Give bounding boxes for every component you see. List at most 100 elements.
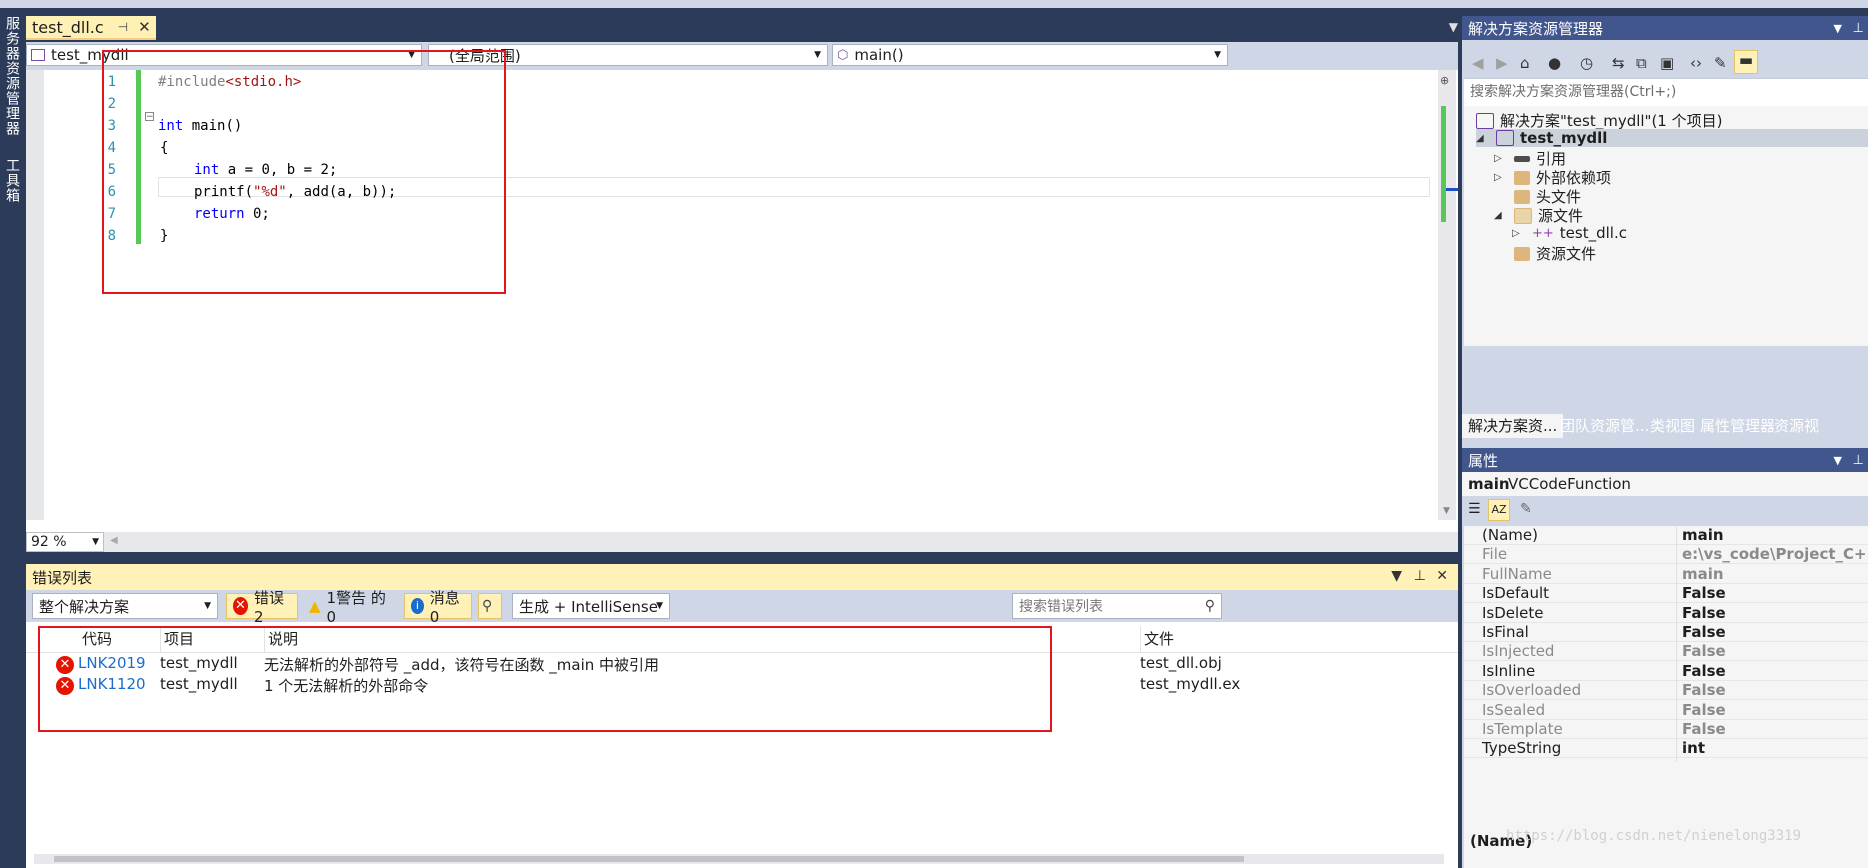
filter-button[interactable]: ⚲ bbox=[478, 593, 502, 619]
info-icon: i bbox=[411, 598, 424, 614]
property-row[interactable]: File e:\vs_code\Project_C++\t bbox=[1464, 545, 1868, 569]
tree-node-header-files[interactable]: 头文件 bbox=[1494, 186, 1581, 207]
dropdown-icon[interactable]: ▼ bbox=[1391, 568, 1402, 584]
scroll-left-icon[interactable]: ◀ bbox=[110, 535, 118, 546]
caret-marker bbox=[1446, 188, 1458, 191]
property-row[interactable]: IsInline False bbox=[1464, 661, 1868, 685]
wrench-icon[interactable]: ✎ bbox=[1520, 501, 1532, 517]
property-value[interactable]: int bbox=[1682, 739, 1705, 757]
doc-tab-test-dll[interactable]: test_dll.c ⊣ ✕ bbox=[26, 16, 156, 40]
properties-title: 属性 bbox=[1468, 451, 1499, 470]
pin-icon[interactable]: ⊥ bbox=[1853, 21, 1864, 36]
property-value[interactable]: main bbox=[1682, 565, 1724, 583]
tab-team-explorer[interactable]: 团队资源管... bbox=[1554, 414, 1655, 438]
property-key: IsTemplate bbox=[1482, 720, 1563, 738]
solution-search-input[interactable]: 搜索解决方案资源管理器(Ctrl+;) bbox=[1464, 78, 1868, 106]
code-editor[interactable]: − 1 2 3 4 5 6 7 8 #include<stdio.h> int … bbox=[26, 50, 1458, 532]
close-icon[interactable]: ✕ bbox=[138, 18, 151, 36]
property-row[interactable]: IsTemplate False bbox=[1464, 720, 1868, 743]
home-icon[interactable]: ⌂ bbox=[1520, 54, 1530, 72]
properties-title-bar: 属性 ▼ ⊥ bbox=[1462, 448, 1868, 472]
property-row[interactable]: IsFinal False bbox=[1464, 623, 1868, 646]
property-value[interactable]: main bbox=[1682, 526, 1724, 544]
tab-dropdown-icon[interactable]: ▼ bbox=[1449, 20, 1458, 34]
property-row[interactable]: IsOverloaded False bbox=[1464, 681, 1868, 705]
tree-node-test-dll-c[interactable]: ▷ ++ test_dll.c bbox=[1512, 224, 1627, 242]
property-row[interactable]: IsInjected False bbox=[1464, 642, 1868, 666]
code-view-icon[interactable]: ‹› bbox=[1690, 54, 1702, 72]
forward-icon[interactable]: ▶ bbox=[1496, 54, 1508, 72]
tree-node-project[interactable]: ◢ test_mydll bbox=[1476, 129, 1868, 147]
copy-icon[interactable]: ▣ bbox=[1660, 54, 1674, 72]
properties-object-bar[interactable]: main VCCodeFunction bbox=[1462, 472, 1868, 496]
tree-node-solution[interactable]: 解决方案"test_mydll"(1 个项目) bbox=[1476, 110, 1722, 131]
server-explorer-tab[interactable]: 服务器资源管理器 bbox=[4, 16, 22, 136]
globe-icon[interactable]: ● bbox=[1548, 54, 1561, 72]
collapse-all-icon[interactable]: ⧉ bbox=[1636, 54, 1647, 72]
tree-node-external-deps[interactable]: ▷ 外部依赖项 bbox=[1494, 167, 1611, 188]
expanded-icon[interactable]: ◢ bbox=[1476, 133, 1490, 144]
property-row[interactable]: (Name) main bbox=[1464, 526, 1868, 549]
history-icon[interactable]: ◷ bbox=[1580, 54, 1593, 72]
property-key: IsSealed bbox=[1482, 700, 1546, 719]
collapsed-icon[interactable]: ▷ bbox=[1494, 172, 1508, 183]
property-value[interactable]: False bbox=[1682, 623, 1726, 641]
scroll-down-icon[interactable]: ▼ bbox=[1443, 506, 1450, 516]
property-value[interactable]: False bbox=[1682, 642, 1726, 660]
chevron-down-icon: ▼ bbox=[204, 601, 211, 611]
tree-node-references[interactable]: ▷ 引用 bbox=[1494, 148, 1566, 169]
pin-icon[interactable]: ⊥ bbox=[1414, 568, 1426, 584]
pin-icon[interactable]: ⊥ bbox=[1853, 453, 1864, 468]
scope-filter-combo[interactable]: 整个解决方案 ▼ bbox=[32, 593, 218, 619]
scroll-thumb[interactable] bbox=[54, 856, 1244, 862]
alphabetical-icon[interactable]: AZ bbox=[1488, 499, 1510, 521]
property-row[interactable]: IsDelete False bbox=[1464, 603, 1868, 627]
wrench-icon[interactable]: ✎ bbox=[1714, 54, 1727, 72]
close-icon[interactable]: ✕ bbox=[1436, 568, 1448, 584]
watermark-text: https://blog.csdn.net/nienelong3319 bbox=[1506, 828, 1802, 844]
tab-resource-view[interactable]: 资源视 bbox=[1768, 414, 1825, 438]
categorized-icon[interactable]: ☰ bbox=[1468, 501, 1481, 517]
dropdown-icon[interactable]: ▼ bbox=[1834, 454, 1842, 467]
split-icon[interactable]: ⊕ bbox=[1440, 74, 1449, 87]
tree-node-source-files[interactable]: ◢ 源文件 bbox=[1494, 205, 1583, 226]
property-value[interactable]: False bbox=[1682, 662, 1726, 680]
property-value[interactable]: False bbox=[1682, 701, 1726, 719]
toolbox-tab[interactable]: 工具箱 bbox=[4, 158, 22, 203]
property-value[interactable]: False bbox=[1682, 720, 1726, 738]
property-row[interactable]: IsDefault False bbox=[1464, 584, 1868, 608]
errors-filter-button[interactable]: ✕ 错误 2 bbox=[226, 589, 298, 626]
zoom-combo[interactable]: 92 % ▼ bbox=[26, 532, 104, 552]
property-value[interactable]: e:\vs_code\Project_C++\t bbox=[1682, 545, 1868, 563]
tree-node-resource-files[interactable]: 资源文件 bbox=[1494, 243, 1596, 264]
document-tab-row: test_dll.c ⊣ ✕ ▼ bbox=[26, 16, 1458, 40]
property-key: IsOverloaded bbox=[1482, 681, 1582, 700]
member-combo[interactable]: ⬡ main() ▼ bbox=[832, 44, 1228, 66]
error-list-horizontal-scrollbar[interactable] bbox=[34, 854, 1444, 864]
property-row[interactable]: FullName main bbox=[1464, 564, 1868, 588]
messages-filter-button[interactable]: i 消息 0 bbox=[404, 589, 472, 626]
property-value[interactable]: False bbox=[1682, 604, 1726, 622]
top-strip bbox=[0, 0, 1868, 8]
collapsed-icon[interactable]: ▷ bbox=[1494, 153, 1508, 164]
build-filter-combo[interactable]: 生成 + IntelliSense ▼ bbox=[512, 593, 670, 619]
expanded-icon[interactable]: ◢ bbox=[1494, 210, 1508, 221]
warnings-filter-button[interactable]: ▲ 1警告 的 0 bbox=[302, 589, 400, 626]
preview-icon[interactable]: ▬ bbox=[1734, 50, 1758, 74]
back-icon[interactable]: ◀ bbox=[1472, 54, 1484, 72]
editor-vertical-scrollbar[interactable]: ⊕ ▼ bbox=[1438, 70, 1458, 520]
property-value[interactable]: False bbox=[1682, 584, 1726, 602]
tab-class-view[interactable]: 类视图 bbox=[1644, 414, 1701, 438]
sync-icon[interactable]: ⇆ bbox=[1612, 54, 1625, 72]
tab-solution-explorer[interactable]: 解决方案资... bbox=[1462, 414, 1564, 438]
column-header-file[interactable]: 文件 bbox=[1144, 628, 1174, 649]
property-row[interactable]: TypeString int bbox=[1464, 739, 1868, 763]
property-row[interactable]: IsSealed False bbox=[1464, 700, 1868, 724]
dropdown-icon[interactable]: ▼ bbox=[1834, 22, 1842, 35]
pin-icon[interactable]: ⊣ bbox=[118, 20, 128, 34]
error-list-toolbar: 整个解决方案 ▼ ✕ 错误 2 ▲ 1警告 的 0 i 消息 0 ⚲ 生成 + … bbox=[26, 589, 1458, 626]
collapsed-icon[interactable]: ▷ bbox=[1512, 228, 1526, 239]
project-label: test_mydll bbox=[1520, 129, 1608, 147]
property-value[interactable]: False bbox=[1682, 681, 1726, 699]
error-search-input[interactable]: 搜索错误列表 ⚲ bbox=[1012, 593, 1222, 619]
